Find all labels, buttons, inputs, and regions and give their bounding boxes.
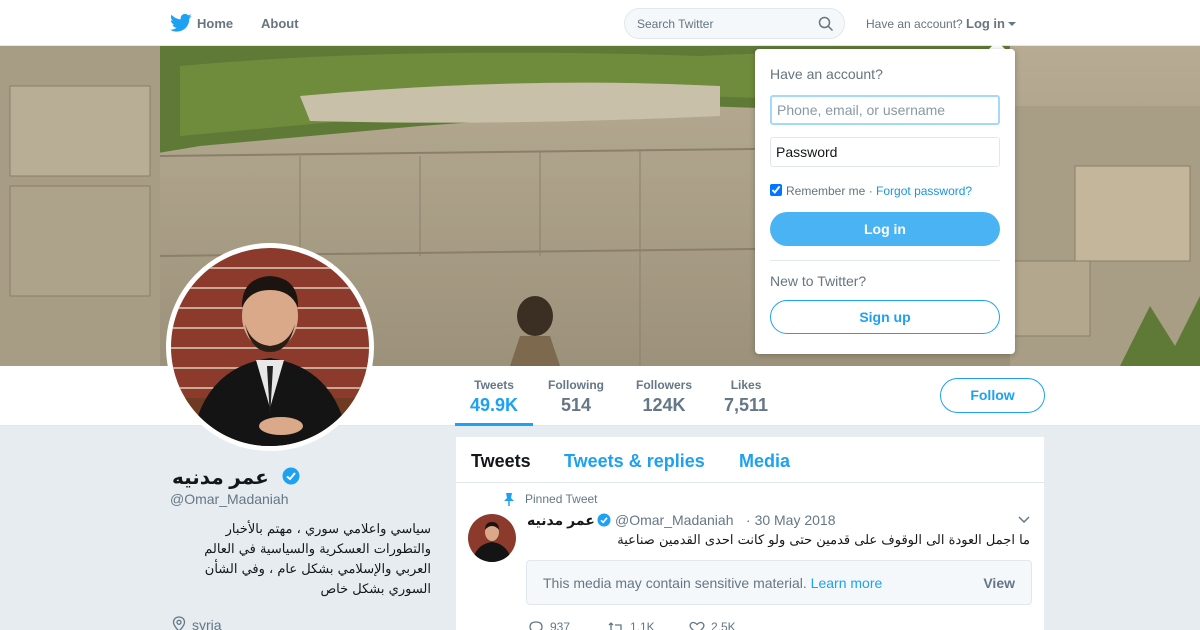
- remember-me-row: Remember me · Forgot password?: [770, 184, 972, 198]
- remember-me-label[interactable]: Remember me: [786, 184, 865, 198]
- stat-label: Following: [548, 378, 604, 392]
- profile-location: syria: [192, 617, 222, 630]
- tweet-date-separator: ·: [746, 512, 751, 528]
- dropdown-title: Have an account?: [770, 66, 883, 82]
- tab-tweets[interactable]: Tweets: [471, 451, 531, 472]
- retweet-count: 1.1K: [630, 620, 655, 630]
- forgot-password-link[interactable]: Forgot password?: [876, 184, 972, 198]
- tweet-avatar[interactable]: [468, 514, 516, 562]
- new-to-twitter-text: New to Twitter?: [770, 273, 867, 289]
- tweet-author-name[interactable]: عمر مدنيه: [527, 512, 595, 529]
- password-field[interactable]: [770, 137, 1000, 167]
- pinned-tweet-label: Pinned Tweet: [525, 492, 598, 506]
- tab-media[interactable]: Media: [739, 451, 790, 472]
- remember-me-checkbox[interactable]: [770, 184, 782, 196]
- nav-about-link[interactable]: About: [261, 16, 299, 31]
- stat-tweets[interactable]: Tweets 49.9K: [470, 378, 518, 416]
- stat-label: Likes: [730, 378, 762, 392]
- tweet-date-text: 30 May 2018: [754, 512, 836, 528]
- stat-value: 124K: [642, 395, 686, 415]
- view-media-button[interactable]: View: [983, 575, 1015, 591]
- like-count: 2.5K: [711, 620, 736, 630]
- sensitive-media-text: This media may contain sensitive materia…: [543, 575, 882, 591]
- heart-icon: [689, 621, 705, 630]
- have-account-text: Have an account?: [866, 17, 963, 31]
- profile-name: عمر مدنيه: [172, 467, 269, 489]
- pin-icon: [504, 493, 514, 506]
- active-stat-underline: [455, 423, 533, 426]
- chevron-down-icon[interactable]: [1018, 516, 1030, 524]
- follow-button[interactable]: Follow: [940, 378, 1045, 413]
- tab-tweets-replies[interactable]: Tweets & replies: [564, 451, 705, 472]
- timeline: Tweets Tweets & replies Media Pinned Twe…: [456, 437, 1044, 630]
- stat-label: Followers: [636, 378, 693, 392]
- sensitive-message: This media may contain sensitive materia…: [543, 575, 807, 591]
- stat-value: 49.9K: [470, 395, 519, 415]
- remember-separator: ·: [868, 184, 873, 198]
- search-icon[interactable]: [818, 16, 834, 32]
- learn-more-link[interactable]: Learn more: [811, 575, 883, 591]
- sensitive-media-notice: This media may contain sensitive materia…: [526, 560, 1032, 605]
- tweet-date[interactable]: · 30 May 2018: [746, 512, 836, 528]
- signup-button[interactable]: Sign up: [770, 300, 1000, 334]
- twitter-bird-icon[interactable]: [170, 13, 192, 33]
- top-nav: Home About Search Twitter Have an accoun…: [0, 0, 1200, 46]
- login-button[interactable]: Log in: [770, 212, 1000, 246]
- caret-down-icon[interactable]: [1008, 22, 1016, 26]
- reply-icon: [529, 621, 543, 630]
- verified-badge-icon: [597, 513, 611, 527]
- stat-value: 514: [560, 395, 592, 415]
- profile-handle: @Omar_Madaniah: [170, 491, 289, 507]
- tweet-text: ما اجمل العودة الى الوقوف على قدمين حتى …: [617, 533, 1030, 548]
- reply-action[interactable]: 937: [528, 620, 570, 630]
- reply-count: 937: [550, 620, 571, 630]
- search-box[interactable]: Search Twitter: [624, 8, 845, 39]
- location-pin-icon: [172, 616, 186, 630]
- stat-likes[interactable]: Likes 7,511: [724, 378, 768, 416]
- tweet-author-handle[interactable]: @Omar_Madaniah: [615, 512, 734, 528]
- profile-avatar[interactable]: [166, 243, 374, 451]
- login-dropdown: Have an account? Remember me · Forgot pa…: [755, 49, 1015, 354]
- username-field[interactable]: [770, 95, 1000, 125]
- nav-home-link[interactable]: Home: [197, 16, 233, 31]
- dropdown-divider: [770, 260, 1000, 261]
- stat-value: 7,511: [724, 395, 769, 415]
- stat-followers[interactable]: Followers 124K: [636, 378, 692, 416]
- search-input[interactable]: Search Twitter: [637, 17, 713, 31]
- like-action[interactable]: 2.5K: [689, 620, 736, 630]
- profile-bio: سياسي واعلامي سوري ، مهتم بالأخبار والتط…: [204, 522, 431, 597]
- stat-label: Tweets: [474, 378, 514, 392]
- retweet-action[interactable]: 1.1K: [608, 620, 655, 630]
- login-link[interactable]: Log in: [966, 16, 1005, 31]
- timeline-tabs: Tweets Tweets & replies Media: [456, 437, 1044, 483]
- retweet-icon: [608, 621, 622, 630]
- stat-following[interactable]: Following 514: [548, 378, 604, 416]
- verified-badge-icon: [282, 467, 300, 485]
